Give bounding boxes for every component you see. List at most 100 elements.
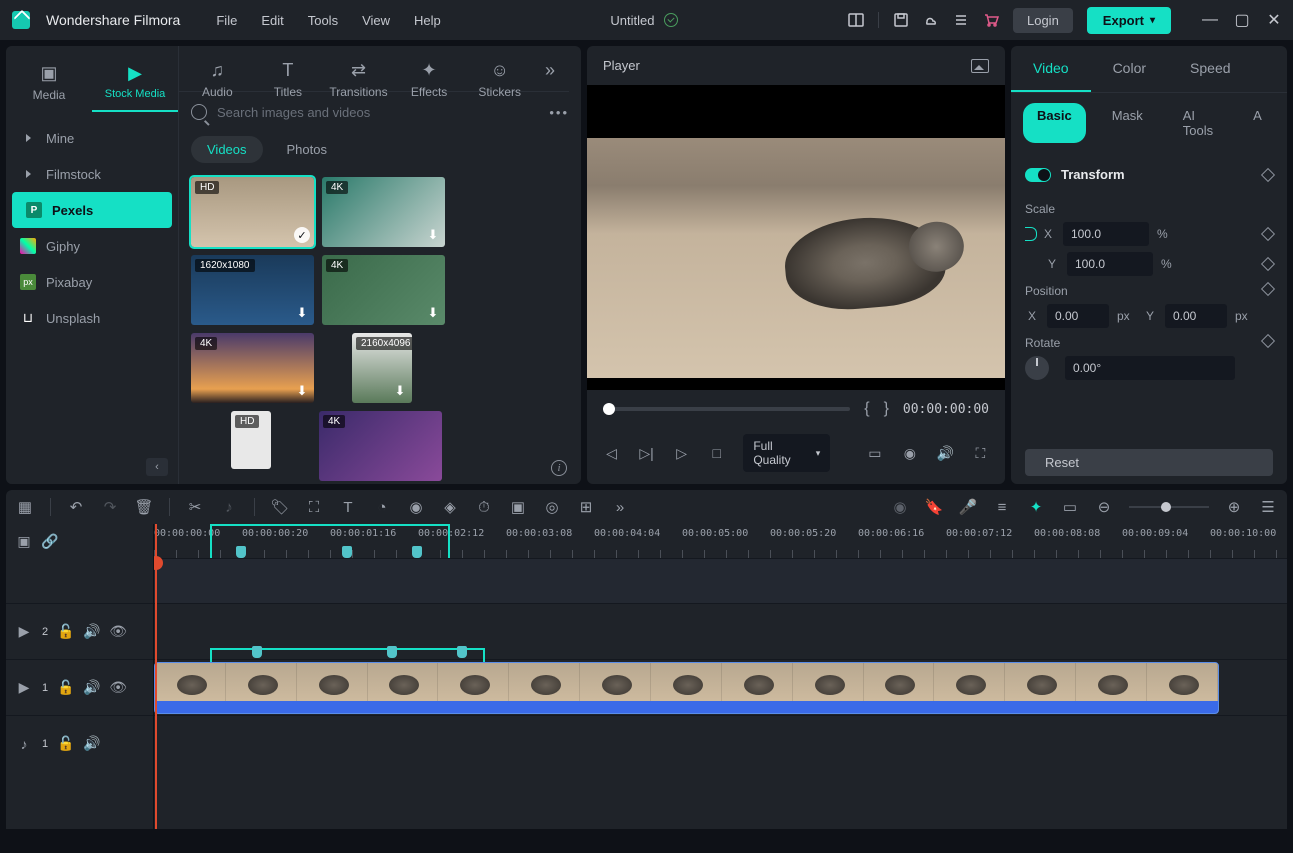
filter-photos[interactable]: Photos [271, 136, 343, 163]
zoom-in-button[interactable]: ⊕ [1225, 498, 1243, 516]
stock-thumb[interactable]: HD✓ [191, 177, 314, 247]
tab-effects[interactable]: ✦Effects [394, 52, 465, 91]
stock-thumb[interactable]: 1620x1080⬇ [191, 255, 314, 325]
subtab-aitools[interactable]: AI Tools [1169, 103, 1227, 143]
subtab-mask[interactable]: Mask [1098, 103, 1157, 143]
props-tab-color[interactable]: Color [1091, 46, 1168, 92]
speed-icon[interactable]: ◔ [373, 498, 391, 516]
scale-x-input[interactable] [1063, 222, 1149, 246]
menu-file[interactable]: File [216, 13, 237, 28]
menu-view[interactable]: View [362, 13, 390, 28]
track-v1-head[interactable]: ▶1 🔓 🔊 👁 [6, 659, 153, 715]
stop-button[interactable]: □ [708, 444, 725, 462]
props-tab-video[interactable]: Video [1011, 46, 1091, 92]
reset-button[interactable]: Reset [1025, 449, 1273, 476]
player-scrubber[interactable] [603, 407, 850, 411]
scale-y-keyframe-icon[interactable] [1261, 257, 1275, 271]
mute-icon[interactable]: 🔊 [84, 736, 100, 752]
tab-audio[interactable]: ♫Audio [182, 52, 253, 91]
tab-titles[interactable]: TTitles [253, 52, 324, 91]
tl-layers-icon[interactable]: ▣ [16, 533, 32, 549]
player-viewport[interactable] [587, 85, 1005, 390]
track-options-icon[interactable]: ☰ [1259, 498, 1277, 516]
stock-thumb[interactable]: 4K⬇ [191, 333, 314, 403]
split-button[interactable]: ✂ [186, 498, 204, 516]
transform-keyframe-icon[interactable] [1261, 167, 1275, 181]
search-options-icon[interactable]: ••• [549, 105, 569, 120]
delete-button[interactable]: 🗑 [135, 498, 153, 516]
zoom-slider[interactable] [1129, 506, 1209, 508]
source-pexels[interactable]: PPexels [12, 192, 172, 228]
source-giphy[interactable]: Giphy [6, 228, 178, 264]
tag-icon[interactable]: 🏷 [271, 498, 289, 516]
marker-icon[interactable]: 🔖 [925, 498, 943, 516]
position-y-input[interactable] [1165, 304, 1227, 328]
save-icon[interactable] [893, 12, 909, 28]
stock-thumb[interactable]: 4K [319, 411, 442, 481]
stock-thumb[interactable]: 2160x4096⬇ [352, 333, 412, 403]
minimize-button[interactable]: — [1203, 13, 1217, 27]
track-a1-head[interactable]: ♪1 🔓 🔊 [6, 715, 153, 771]
subtab-basic[interactable]: Basic [1023, 103, 1086, 143]
subtab-more[interactable]: A [1239, 103, 1276, 143]
source-filmstock[interactable]: Filmstock [6, 156, 178, 192]
camera-icon[interactable]: ◉ [901, 444, 918, 462]
mute-icon[interactable]: 🔊 [84, 680, 100, 696]
quality-dropdown[interactable]: Full Quality▾ [743, 434, 830, 472]
tab-transitions[interactable]: ⇄Transitions [323, 52, 394, 91]
eye-icon[interactable]: 👁 [110, 680, 126, 696]
tab-stickers[interactable]: ☺Stickers [464, 52, 535, 91]
source-pixabay[interactable]: pxPixabay [6, 264, 178, 300]
mixer-icon[interactable]: ≡ [993, 498, 1011, 516]
tab-more[interactable]: » [535, 52, 565, 91]
marker-add-icon[interactable]: ◉ [891, 498, 909, 516]
transform-toggle[interactable] [1025, 168, 1051, 182]
scale-y-input[interactable] [1067, 252, 1153, 276]
crop-icon[interactable]: ⛶ [305, 498, 323, 516]
playhead[interactable] [155, 524, 157, 829]
close-button[interactable]: ✕ [1267, 13, 1281, 27]
track-v1[interactable]: ▶ unnamed [154, 659, 1287, 715]
download-icon[interactable]: ⬇ [294, 383, 310, 399]
mark-in-button[interactable]: { [864, 400, 869, 418]
timeline-ruler[interactable]: 00:00:00:0000:00:00:2000:00:01:1600:00:0… [154, 524, 1287, 558]
lock-icon[interactable]: 🔓 [58, 624, 74, 640]
music-tool-icon[interactable]: ♪ [220, 498, 238, 516]
play-button[interactable]: ▷ [673, 444, 690, 462]
menu-help[interactable]: Help [414, 13, 441, 28]
props-tab-speed[interactable]: Speed [1168, 46, 1252, 92]
grid-icon[interactable]: ▦ [16, 498, 34, 516]
mark-out-button[interactable]: } [884, 400, 889, 418]
cart-icon[interactable] [983, 12, 999, 28]
color-icon[interactable]: ◉ [407, 498, 425, 516]
download-icon[interactable]: ⬇ [294, 305, 310, 321]
timer-icon[interactable]: ⏱ [475, 498, 493, 516]
filter-videos[interactable]: Videos [191, 136, 263, 163]
stock-thumb[interactable]: 4K⬇ [322, 255, 445, 325]
download-icon[interactable]: ⬇ [425, 227, 441, 243]
collapse-sidebar-button[interactable]: ‹ [146, 458, 168, 476]
stock-thumb[interactable]: 4K⬇ [322, 177, 445, 247]
download-icon[interactable]: ⬇ [425, 305, 441, 321]
export-button[interactable]: Export▾ [1087, 7, 1171, 34]
lock-icon[interactable]: 🔓 [58, 680, 74, 696]
compare-icon[interactable]: ▭ [866, 444, 883, 462]
adjustment-icon[interactable]: ⊞ [577, 498, 595, 516]
zoom-out-button[interactable]: ⊖ [1095, 498, 1113, 516]
tl-link-icon[interactable]: 🔗 [42, 533, 58, 549]
scale-x-keyframe-icon[interactable] [1261, 227, 1275, 241]
detect-icon[interactable]: ▣ [509, 498, 527, 516]
maximize-button[interactable]: ▢ [1235, 13, 1249, 27]
layout-icon[interactable] [848, 12, 864, 28]
rotate-knob[interactable] [1025, 356, 1049, 380]
track-a1[interactable] [154, 715, 1287, 771]
mic-icon[interactable]: 🎤 [959, 498, 977, 516]
track-v2[interactable] [154, 603, 1287, 659]
video-clip[interactable]: ▶ unnamed [154, 662, 1219, 714]
tab-stock-media[interactable]: ▶Stock Media [92, 54, 178, 112]
position-keyframe-icon[interactable] [1261, 282, 1275, 296]
track-v2-head[interactable]: ▶2 🔓 🔊 👁 [6, 603, 153, 659]
rotate-keyframe-icon[interactable] [1261, 334, 1275, 348]
render-icon[interactable]: ✦ [1027, 498, 1045, 516]
position-x-input[interactable] [1047, 304, 1109, 328]
